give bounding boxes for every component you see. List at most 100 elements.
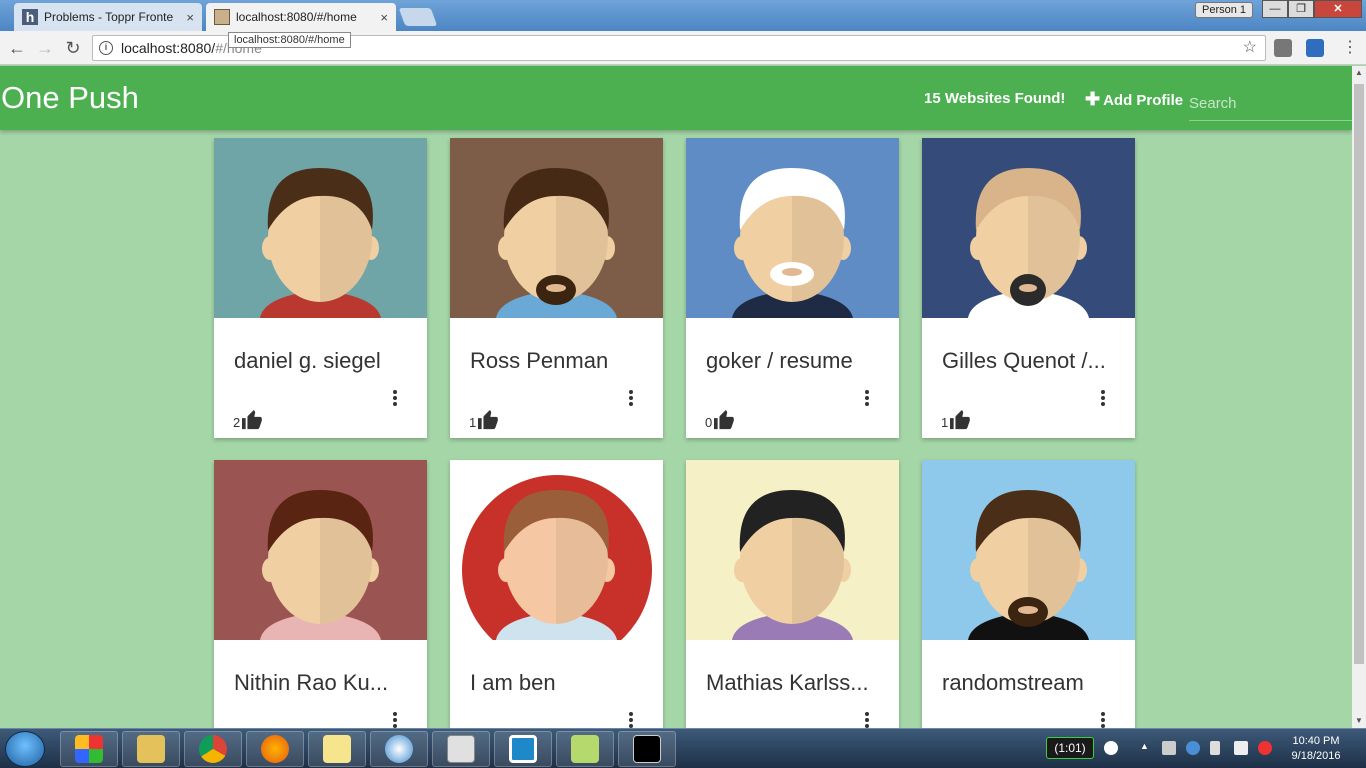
apps-grid-icon	[75, 735, 103, 763]
taskbar-app[interactable]	[494, 731, 552, 767]
notepad-icon	[571, 735, 599, 763]
like-control[interactable]: 1	[941, 410, 971, 430]
tray-timer[interactable]: (1:01)	[1046, 737, 1094, 759]
url-host: localhost:8080/	[121, 40, 216, 56]
more-options-icon[interactable]	[861, 710, 873, 730]
avatar-image	[686, 460, 899, 640]
profile-name[interactable]: Gilles Quenot /...	[942, 348, 1122, 374]
mail-icon[interactable]	[1234, 741, 1248, 755]
profile-card[interactable]: goker / resume 0	[686, 138, 899, 438]
browser-tabstrip: h Problems - Toppr Fronte × localhost:80…	[0, 0, 1366, 31]
volume-muted-icon[interactable]	[1258, 741, 1272, 755]
scroll-up-icon[interactable]: ▲	[1352, 66, 1366, 80]
info-icon[interactable]	[1104, 741, 1118, 755]
avatar-image	[686, 138, 899, 318]
taskbar-app[interactable]	[432, 731, 490, 767]
profile-card[interactable]: randomstream	[922, 460, 1135, 760]
more-options-icon[interactable]	[861, 388, 873, 408]
page-scrollbar[interactable]: ▲ ▼	[1352, 66, 1366, 728]
system-clock[interactable]: 10:40 PM 9/18/2016	[1284, 734, 1348, 764]
profile-name[interactable]: daniel g. siegel	[234, 348, 414, 374]
profile-card[interactable]: Gilles Quenot /... 1	[922, 138, 1135, 438]
forward-arrow-icon[interactable]: →	[34, 37, 56, 59]
avatar-image	[214, 460, 427, 640]
scroll-down-icon[interactable]: ▼	[1352, 714, 1366, 728]
close-icon[interactable]: ×	[186, 10, 194, 25]
editor-icon	[509, 735, 537, 763]
plus-icon: ✚	[1085, 89, 1101, 109]
thumbs-up-icon[interactable]	[713, 410, 735, 430]
like-count: 1	[941, 415, 949, 430]
firefox-icon	[261, 735, 289, 763]
more-options-icon[interactable]	[625, 388, 637, 408]
scroll-thumb[interactable]	[1354, 84, 1364, 664]
websites-found-count: 15 Websites Found!	[924, 90, 1066, 107]
more-options-icon[interactable]	[389, 710, 401, 730]
signal-icon[interactable]	[1162, 741, 1176, 755]
profile-card[interactable]: daniel g. siegel 2	[214, 138, 427, 438]
new-tab-button[interactable]	[398, 8, 438, 26]
tab-problems[interactable]: h Problems - Toppr Fronte ×	[14, 3, 202, 31]
tab-localhost[interactable]: localhost:8080/#/home ×	[206, 3, 396, 31]
minimize-button[interactable]: —	[1262, 0, 1288, 18]
like-control[interactable]: 2	[233, 410, 263, 430]
start-button[interactable]	[5, 731, 45, 767]
profile-button[interactable]: Person 1	[1195, 2, 1253, 18]
profile-name[interactable]: goker / resume	[706, 348, 886, 374]
close-icon[interactable]: ×	[380, 10, 388, 25]
profile-name[interactable]: Mathias Karlss...	[706, 670, 886, 696]
extension-icon[interactable]	[1274, 39, 1292, 57]
search-input[interactable]	[1189, 86, 1352, 121]
taskbar-app[interactable]	[556, 731, 614, 767]
profile-card[interactable]: Mathias Karlss...	[686, 460, 899, 760]
clock-time: 10:40 PM	[1292, 735, 1340, 747]
profile-name[interactable]: Ross Penman	[470, 348, 650, 374]
extension-icon[interactable]	[1306, 39, 1324, 57]
h-icon: h	[22, 9, 38, 25]
more-options-icon[interactable]	[625, 710, 637, 730]
taskbar-app[interactable]	[370, 731, 428, 767]
taskbar-app[interactable]	[184, 731, 242, 767]
tray-timer-value: 1:01	[1058, 741, 1082, 755]
taskbar-app[interactable]	[122, 731, 180, 767]
sticky-notes-icon	[323, 735, 351, 763]
folder-icon	[137, 735, 165, 763]
profile-name[interactable]: randomstream	[942, 670, 1122, 696]
star-icon[interactable]: ☆	[1243, 36, 1257, 60]
clock-date: 9/18/2016	[1291, 750, 1341, 762]
like-control[interactable]: 0	[705, 410, 735, 430]
reload-icon[interactable]: ↻	[62, 37, 84, 59]
maximize-button[interactable]: ❐	[1288, 0, 1314, 18]
menu-icon[interactable]: ⋮	[1342, 39, 1358, 57]
chevron-up-icon[interactable]: ▲	[1140, 741, 1154, 755]
add-profile-label: Add Profile	[1103, 92, 1184, 109]
like-count: 1	[469, 415, 477, 430]
more-options-icon[interactable]	[1097, 388, 1109, 408]
thumbs-up-icon[interactable]	[241, 410, 263, 430]
terminal-icon	[633, 735, 661, 763]
avatar-image	[922, 460, 1135, 640]
window-close-button[interactable]: ✕	[1314, 0, 1362, 18]
taskbar-app[interactable]	[246, 731, 304, 767]
more-options-icon[interactable]	[1097, 710, 1109, 730]
battery-icon[interactable]	[1210, 741, 1220, 755]
chrome-icon	[199, 735, 227, 763]
add-profile-button[interactable]: ✚ Add Profile	[1085, 89, 1183, 110]
profile-name[interactable]: I am ben	[470, 670, 650, 696]
tab-title: localhost:8080/#/home	[236, 10, 357, 24]
profile-card[interactable]: I am ben0	[450, 460, 663, 760]
more-options-icon[interactable]	[389, 388, 401, 408]
taskbar-app[interactable]	[60, 731, 118, 767]
taskbar-app[interactable]	[308, 731, 366, 767]
thumbs-up-icon[interactable]	[949, 410, 971, 430]
thumbs-up-icon[interactable]	[477, 410, 499, 430]
back-arrow-icon[interactable]: ←	[6, 37, 28, 59]
profile-name[interactable]: Nithin Rao Ku...	[234, 670, 414, 696]
taskbar-app[interactable]	[618, 731, 676, 767]
like-control[interactable]: 1	[469, 410, 499, 430]
info-icon[interactable]: i	[99, 41, 113, 55]
app-brand[interactable]: One Push	[1, 80, 139, 116]
globe-icon[interactable]	[1186, 741, 1200, 755]
profile-card[interactable]: Nithin Rao Ku...	[214, 460, 427, 760]
profile-card[interactable]: Ross Penman 1	[450, 138, 663, 438]
